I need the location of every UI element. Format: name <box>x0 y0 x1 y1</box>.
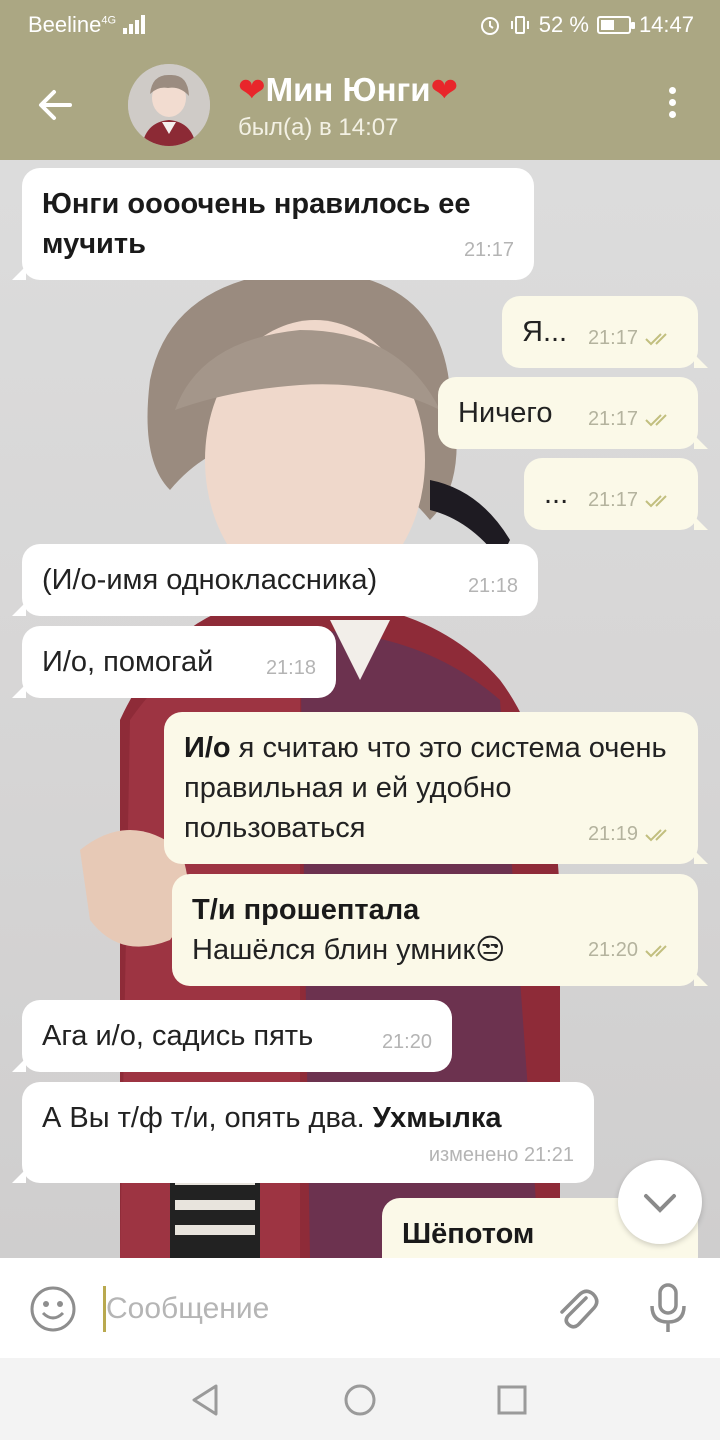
message-input[interactable] <box>100 1284 520 1334</box>
message-bubble[interactable]: Юнги оооочень нравилось ее мучить 21:17 <box>12 168 534 280</box>
smiley-icon[interactable] <box>28 1284 78 1334</box>
message-text: И/о, помогай <box>42 646 214 678</box>
message-bold: И/о <box>184 732 231 764</box>
vibrate-icon <box>510 16 529 34</box>
message-time: 21:18 <box>467 575 518 597</box>
message-meta: 21:19 <box>588 822 678 846</box>
message-bubble[interactable]: Т/и прошептала Нашёлся блин умник😒 21:20 <box>172 874 708 986</box>
triangle-back-icon[interactable] <box>186 1380 226 1420</box>
message-text: А Вы т/ф т/и, опять два. <box>42 1102 373 1134</box>
message-bold: Т/и прошептала <box>192 894 420 926</box>
alarm-icon <box>480 17 499 35</box>
message-text: Я... <box>522 316 568 348</box>
message-meta: 21:17 <box>588 326 678 350</box>
message-meta: 21:20 <box>588 938 678 962</box>
message-bubble[interactable]: Я... 21:17 <box>502 296 708 368</box>
message-time: 21:20 <box>381 1031 432 1053</box>
paperclip-icon[interactable] <box>552 1284 600 1332</box>
heart-left: ❤ <box>238 71 266 108</box>
message-time: 21:18 <box>265 657 316 679</box>
message-edited: изменено 21:21 <box>428 1144 574 1166</box>
clock: 14:47 <box>638 12 694 37</box>
system-nav-bar <box>0 1358 720 1440</box>
message-bubble[interactable]: (И/о-имя одноклассника) 21:18 <box>12 544 538 616</box>
message-time: 21:17 <box>463 239 514 261</box>
message-input-bar <box>0 1258 720 1358</box>
last-seen: был(а) в 14:07 <box>238 114 399 141</box>
battery-icon <box>596 16 635 34</box>
message-bold: Ухмылка <box>372 1102 502 1134</box>
message-meta: 21:17 <box>588 488 678 512</box>
double-check-icon <box>645 495 667 508</box>
arrow-left-icon[interactable] <box>34 84 76 126</box>
more-vertical-icon[interactable] <box>658 82 686 130</box>
avatar-image <box>128 64 210 146</box>
contact-name[interactable]: ❤Мин Юнги❤ <box>238 70 458 109</box>
signal-icon <box>123 15 145 34</box>
status-right: 52 % 14:47 <box>479 12 694 38</box>
double-check-icon <box>645 414 667 427</box>
double-check-icon <box>645 829 667 842</box>
square-recent-icon[interactable] <box>492 1380 532 1420</box>
chat-area[interactable]: Юнги оооочень нравилось ее мучить 21:17 … <box>0 160 720 1258</box>
chevron-down-icon <box>644 1194 676 1213</box>
heart-right: ❤ <box>430 71 459 108</box>
double-check-icon <box>645 945 667 958</box>
message-text: ... <box>544 478 569 510</box>
message-text: Юнги оооочень нравилось ее мучить <box>42 188 471 260</box>
message-text: Нашёлся блин умник😒 <box>192 934 506 966</box>
message-bubble[interactable]: Ага и/о, садись пять 21:20 <box>12 1000 452 1072</box>
message-bubble[interactable]: И/о я считаю что это система очень прави… <box>164 712 708 864</box>
chat-header: ❤Мин Юнги❤ был(а) в 14:07 <box>0 48 720 160</box>
message-bubble[interactable]: Ничего 21:17 <box>438 377 708 449</box>
message-text: Ага и/о, садись пять <box>42 1020 314 1052</box>
microphone-icon[interactable] <box>644 1282 692 1334</box>
message-bubble[interactable]: ... 21:17 <box>524 458 708 530</box>
scroll-down-button[interactable] <box>618 1160 702 1244</box>
message-text: (И/о-имя одноклассника) <box>42 564 378 596</box>
circle-home-icon[interactable] <box>340 1380 380 1420</box>
battery-percent: 52 % <box>538 12 589 37</box>
double-check-icon <box>645 333 667 346</box>
carrier-label: Beeline4G <box>28 12 117 37</box>
message-bubble[interactable]: А Вы т/ф т/и, опять два. Ухмылка изменен… <box>12 1082 594 1183</box>
status-bar: Beeline4G 52 % 14:47 <box>0 0 720 48</box>
message-bold: Шёпотом <box>402 1218 535 1250</box>
message-text: Ничего <box>458 397 553 429</box>
message-bubble[interactable]: И/о, помогай 21:18 <box>12 626 336 698</box>
network-type: 4G <box>101 14 117 27</box>
avatar[interactable] <box>128 64 210 146</box>
message-meta: 21:17 <box>588 407 678 431</box>
